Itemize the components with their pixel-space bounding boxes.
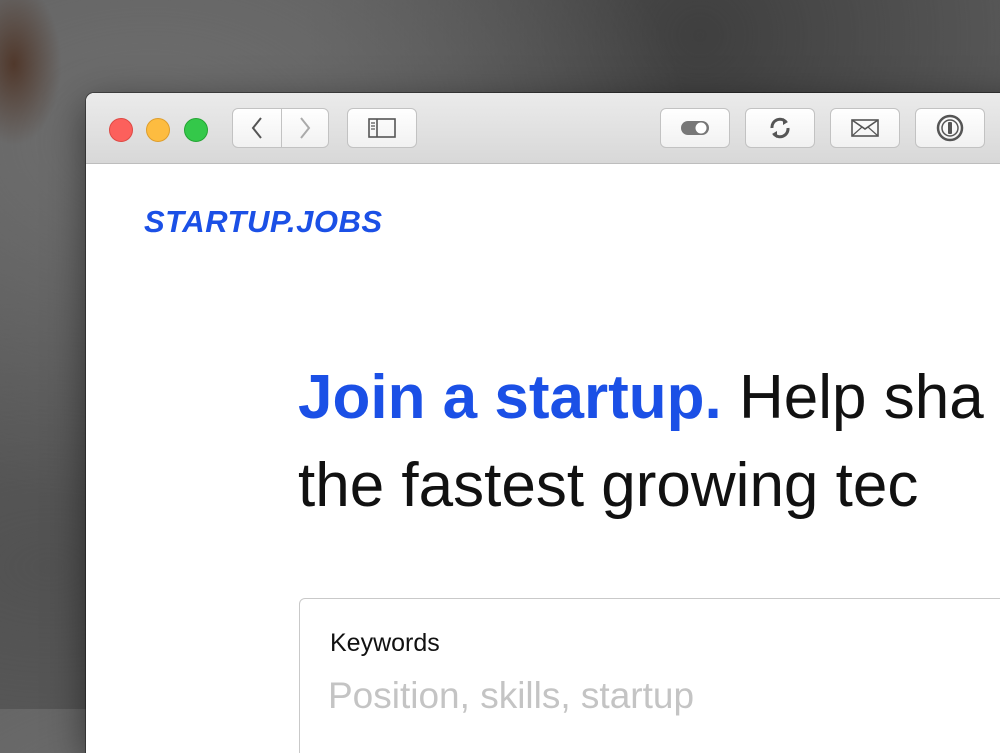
refresh-extension-button[interactable] — [745, 108, 815, 148]
page-content: STARTUP.JOBS Join a startup. Help sha the… — [86, 164, 1000, 753]
forward-button[interactable] — [281, 108, 329, 148]
browser-toolbar — [86, 93, 1000, 164]
password-icon — [936, 114, 964, 142]
headline-rest: Help sha — [721, 363, 984, 432]
headline-accent: Join a startup. — [298, 363, 722, 432]
headline-line-2: the fastest growing tec — [298, 451, 919, 520]
toggle-icon — [680, 120, 710, 136]
site-logo[interactable]: STARTUP.JOBS — [144, 204, 383, 240]
hero-headline: Join a startup. Help sha the fastest grow… — [298, 354, 1000, 530]
sidebar-button[interactable] — [347, 108, 417, 148]
keywords-label: Keywords — [330, 629, 440, 657]
keywords-input[interactable] — [328, 671, 1000, 721]
chevron-right-icon — [298, 116, 312, 140]
password-manager-button[interactable] — [915, 108, 985, 148]
keywords-search-box[interactable]: Keywords — [299, 598, 1000, 753]
mail-icon — [851, 119, 879, 137]
chevron-left-icon — [250, 116, 264, 140]
background-stain — [0, 0, 70, 160]
back-button[interactable] — [232, 108, 282, 148]
close-window-button[interactable] — [109, 118, 133, 142]
refresh-icon — [767, 115, 793, 141]
sidebar-icon — [368, 118, 396, 138]
browser-window: STARTUP.JOBS Join a startup. Help sha the… — [86, 93, 1000, 753]
toggle-extension-button[interactable] — [660, 108, 730, 148]
mail-button[interactable] — [830, 108, 900, 148]
zoom-window-button[interactable] — [184, 118, 208, 142]
minimize-window-button[interactable] — [146, 118, 170, 142]
